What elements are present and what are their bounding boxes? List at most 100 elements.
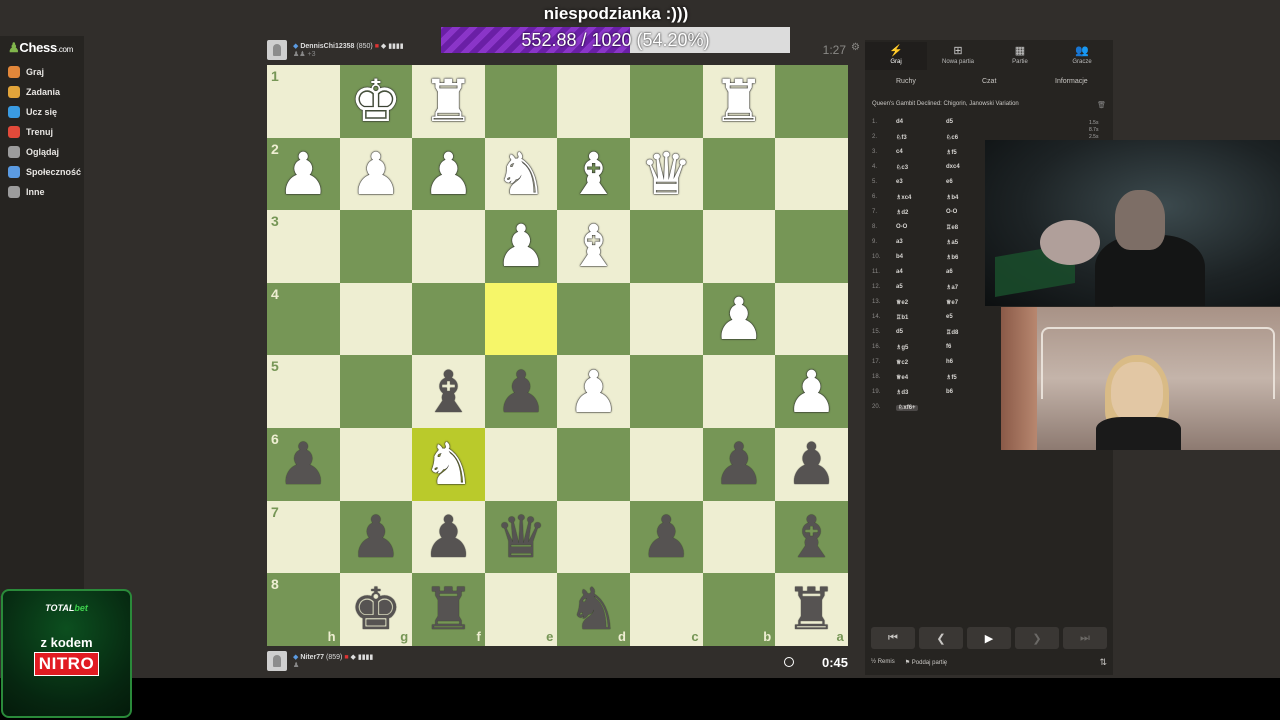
square-b3[interactable] xyxy=(702,210,776,283)
square-h6[interactable]: 6 ♟ xyxy=(267,427,340,501)
square-a2[interactable] xyxy=(775,137,848,211)
square-e8[interactable]: e xyxy=(484,573,558,646)
square-b1[interactable]: ♜ xyxy=(702,65,776,138)
white-knight-icon[interactable]: ♞ xyxy=(422,435,474,493)
square-a7[interactable]: ♝ xyxy=(775,500,848,574)
square-f3[interactable] xyxy=(412,210,485,283)
square-f8[interactable]: f ♜ xyxy=(412,573,485,646)
black-move[interactable]: ♖d8 xyxy=(946,329,958,336)
square-f1[interactable]: ♜ xyxy=(412,65,485,138)
square-b7[interactable] xyxy=(702,500,776,574)
flip-board-icon[interactable]: ⇅ xyxy=(1099,657,1107,668)
white-pawn-icon[interactable]: ♟ xyxy=(350,145,402,203)
square-d4[interactable] xyxy=(557,282,630,356)
square-h2[interactable]: 2 ♟ xyxy=(267,137,340,211)
square-f5[interactable]: ♝ xyxy=(412,355,485,428)
square-e2[interactable]: ♞ xyxy=(484,137,558,211)
square-h5[interactable]: 5 xyxy=(267,355,340,428)
black-move[interactable]: h6 xyxy=(946,359,953,365)
square-a1[interactable] xyxy=(775,65,848,138)
square-f4[interactable] xyxy=(412,282,485,356)
square-g5[interactable] xyxy=(339,355,413,428)
square-f7[interactable]: ♟ xyxy=(412,500,485,574)
white-move[interactable]: a4 xyxy=(896,269,903,275)
gear-icon[interactable]: ⚙ xyxy=(851,42,860,53)
square-a6[interactable]: ♟ xyxy=(775,427,848,501)
tab-2[interactable]: ▦ Partie xyxy=(989,42,1051,70)
black-move[interactable]: ♗f5 xyxy=(946,374,957,381)
black-pawn-icon[interactable]: ♟ xyxy=(713,435,765,493)
next-move-button[interactable]: ❯ xyxy=(1015,627,1059,649)
white-move[interactable]: a5 xyxy=(896,284,903,290)
black-move[interactable]: ♕e7 xyxy=(946,299,958,306)
white-move[interactable]: a3 xyxy=(896,239,903,245)
white-move[interactable]: c4 xyxy=(896,149,903,155)
sidebar-item-5[interactable]: Społeczność xyxy=(8,164,81,180)
last-move-button[interactable]: ⏭ xyxy=(1063,627,1107,649)
black-king-icon[interactable]: ♚ xyxy=(350,580,402,638)
square-g4[interactable] xyxy=(339,282,413,356)
black-move[interactable]: d5 xyxy=(946,119,953,125)
square-c4[interactable] xyxy=(629,282,703,356)
square-c1[interactable] xyxy=(629,65,703,138)
square-e1[interactable] xyxy=(484,65,558,138)
square-d6[interactable] xyxy=(557,427,630,501)
white-move[interactable]: ♕e2 xyxy=(896,299,908,306)
black-knight-icon[interactable]: ♞ xyxy=(568,580,620,638)
tab-info[interactable]: Informacje xyxy=(1055,78,1088,85)
sidebar-item-0[interactable]: Graj xyxy=(8,64,44,80)
square-h7[interactable]: 7 xyxy=(267,500,340,574)
chess-board[interactable]: 1 ♚ ♜ ♜ 2 ♟ ♟ ♟ ♞ ♝ ♛ 3 ♟ ♝ 4 ♟ 5 ♝ ♟ ♟ ♟ 6 ♟ ♞ ♟ ♟ 7 ♟ ♟ ♛ ♟ ♝ 8 h g ♚ f ♜ e d… xyxy=(267,65,848,646)
black-pawn-icon[interactable]: ♟ xyxy=(640,508,692,566)
white-move[interactable]: ♖b1 xyxy=(896,314,908,321)
white-move[interactable]: ♗g5 xyxy=(896,344,908,351)
square-a5[interactable]: ♟ xyxy=(775,355,848,428)
square-c8[interactable]: c xyxy=(629,573,703,646)
square-g7[interactable]: ♟ xyxy=(339,500,413,574)
square-c7[interactable]: ♟ xyxy=(629,500,703,574)
sidebar-item-2[interactable]: Ucz się xyxy=(8,104,57,120)
black-pawn-icon[interactable]: ♟ xyxy=(422,508,474,566)
previous-move-button[interactable]: ❮ xyxy=(919,627,963,649)
white-king-icon[interactable]: ♚ xyxy=(350,72,402,130)
square-d8[interactable]: d ♞ xyxy=(557,573,630,646)
black-move[interactable]: ♗a5 xyxy=(946,239,958,246)
white-move[interactable]: ♘c3 xyxy=(896,164,908,171)
square-b4[interactable]: ♟ xyxy=(702,282,776,356)
black-pawn-icon[interactable]: ♟ xyxy=(785,435,837,493)
square-h1[interactable]: 1 xyxy=(267,65,340,138)
bottom-player[interactable]: ◆ Niter77 (859) ■ ◆ ▮▮▮▮ ♟ xyxy=(267,651,373,671)
square-d5[interactable]: ♟ xyxy=(557,355,630,428)
white-move[interactable]: ♗d3 xyxy=(896,389,908,396)
square-h8[interactable]: 8h xyxy=(267,573,340,646)
tab-3[interactable]: 👥 Gracze xyxy=(1051,42,1113,70)
white-rook-icon[interactable]: ♜ xyxy=(713,72,765,130)
white-bishop-icon[interactable]: ♝ xyxy=(568,145,620,203)
black-bishop-icon[interactable]: ♝ xyxy=(785,508,837,566)
tab-1[interactable]: ⊞ Nowa partia xyxy=(927,42,989,70)
white-move[interactable]: ♗xc4 xyxy=(896,194,911,201)
square-d2[interactable]: ♝ xyxy=(557,137,630,211)
trash-icon[interactable]: 🗑 xyxy=(1097,101,1106,109)
black-bishop-icon[interactable]: ♝ xyxy=(422,363,474,421)
white-pawn-icon[interactable]: ♟ xyxy=(713,290,765,348)
white-move[interactable]: d5 xyxy=(896,329,903,335)
white-move[interactable]: ♕e4 xyxy=(896,374,908,381)
chess-logo[interactable]: ♟Chess.com xyxy=(8,40,73,56)
square-h3[interactable]: 3 xyxy=(267,210,340,283)
black-pawn-icon[interactable]: ♟ xyxy=(350,508,402,566)
sidebar-item-1[interactable]: Zadania xyxy=(8,84,60,100)
white-move[interactable]: ♕c2 xyxy=(896,359,908,366)
black-move[interactable]: ♗b6 xyxy=(946,254,958,261)
black-pawn-icon[interactable]: ♟ xyxy=(277,435,329,493)
white-bishop-icon[interactable]: ♝ xyxy=(568,217,620,275)
square-a8[interactable]: a ♜ xyxy=(775,573,848,646)
square-f6[interactable]: ♞ xyxy=(412,427,485,501)
white-pawn-icon[interactable]: ♟ xyxy=(495,217,547,275)
square-e7[interactable]: ♛ xyxy=(484,500,558,574)
black-move[interactable]: f6 xyxy=(946,344,951,350)
white-pawn-icon[interactable]: ♟ xyxy=(568,363,620,421)
tab-chat[interactable]: Czat xyxy=(982,78,996,85)
sidebar-item-6[interactable]: Inne xyxy=(8,184,45,200)
white-move[interactable]: ♗d2 xyxy=(896,209,908,216)
